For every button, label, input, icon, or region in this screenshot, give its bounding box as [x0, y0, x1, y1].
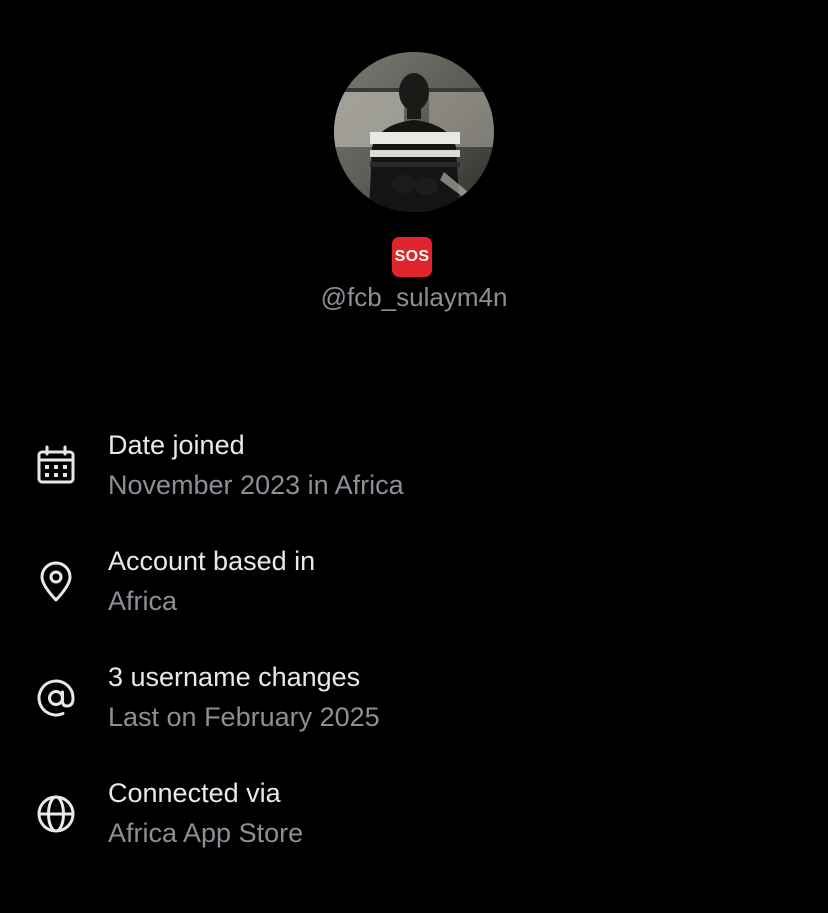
detail-value: November 2023 in Africa	[108, 470, 404, 500]
calendar-icon	[37, 445, 75, 484]
detail-title: Connected via	[108, 778, 281, 808]
avatar[interactable]	[334, 52, 494, 212]
detail-title: Account based in	[108, 546, 316, 576]
detail-row-date-joined: Date joined November 2023 in Africa	[0, 430, 828, 520]
detail-row-username-changes: 3 username changes Last on February 2025	[0, 662, 828, 752]
profile-handle[interactable]: @fcb_sulaym4n	[0, 282, 828, 313]
detail-value: Last on February 2025	[108, 702, 380, 732]
detail-value: Africa App Store	[108, 818, 304, 848]
location-pin-icon	[40, 561, 72, 602]
detail-title: 3 username changes	[108, 662, 361, 692]
detail-value: Africa	[108, 586, 178, 616]
detail-row-connected-via: Connected via Africa App Store	[0, 778, 828, 868]
sos-badge: SOS	[392, 237, 432, 277]
avatar-photo	[334, 52, 494, 212]
at-sign-icon	[37, 679, 75, 717]
detail-title: Date joined	[108, 430, 245, 460]
detail-row-account-based-in: Account based in Africa	[0, 546, 828, 636]
globe-icon	[37, 795, 75, 833]
